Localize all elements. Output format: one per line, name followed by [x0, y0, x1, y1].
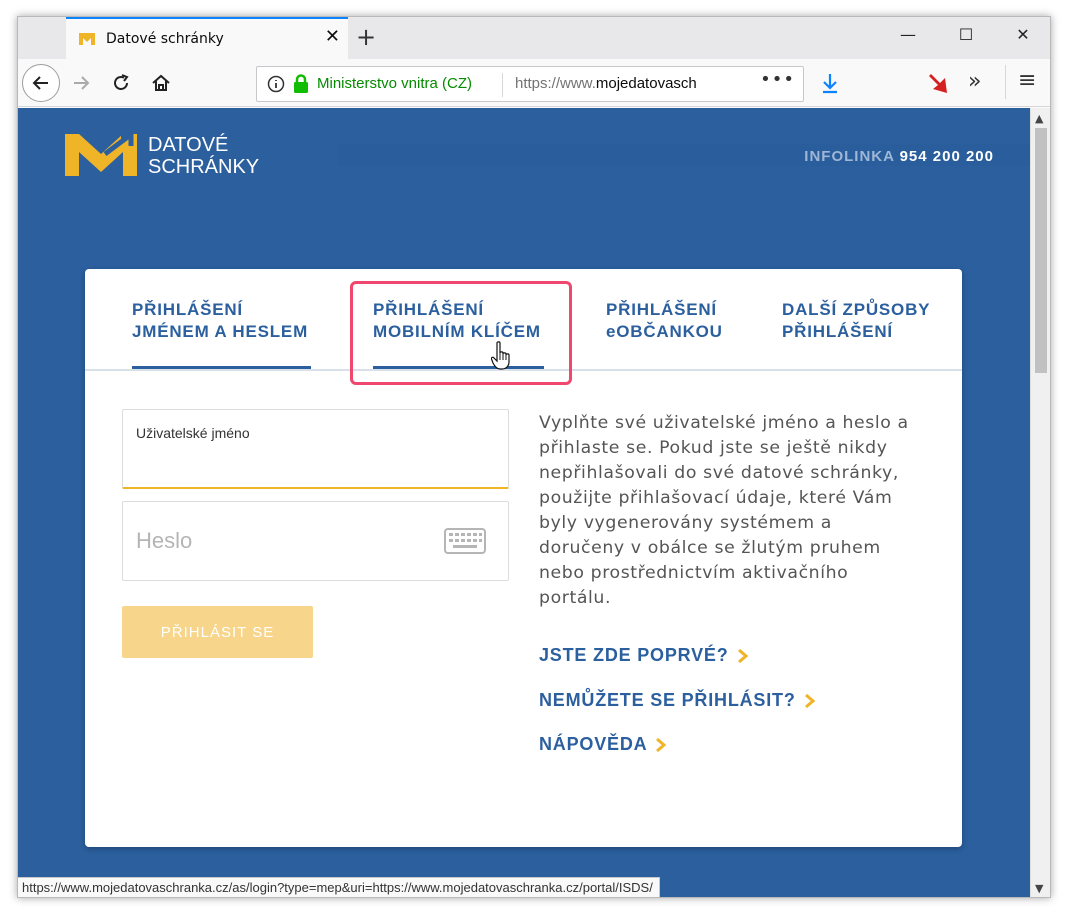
- browser-window: Datové schránky ✕ + — ☐ ✕ Ministerstvo v…: [17, 16, 1051, 898]
- tab-bar: Datové schránky ✕ + — ☐ ✕: [18, 17, 1050, 59]
- tab-label-line1: DALŠÍ ZPŮSOBY: [782, 300, 931, 319]
- info-icon[interactable]: [267, 75, 285, 93]
- overflow-menu-icon[interactable]: »: [968, 69, 981, 94]
- chevron-right-icon: [656, 737, 667, 752]
- password-placeholder: Heslo: [136, 528, 193, 553]
- datove-schranky-logo-icon[interactable]: [65, 134, 137, 180]
- infolinka-label: INFOLINKA: [804, 148, 895, 165]
- chevron-right-icon: [804, 693, 815, 708]
- url-text[interactable]: https://www.mojedatovasch: [515, 75, 729, 92]
- back-arrow-icon: [32, 76, 48, 90]
- back-button[interactable]: [22, 64, 60, 102]
- scroll-thumb[interactable]: [1035, 128, 1047, 373]
- navigation-bar: Ministerstvo vnitra (CZ) https://www.moj…: [18, 59, 1050, 107]
- toolbar-divider: [1005, 65, 1006, 99]
- username-label: Uživatelské jméno: [136, 425, 250, 441]
- hand-cursor-icon: [491, 341, 510, 370]
- tab-label-line2: eOBČANKOU: [606, 322, 723, 341]
- tab-eobcanka[interactable]: PŘIHLÁŠENÍ eOBČANKOU: [606, 299, 723, 343]
- active-tab-underline: [132, 366, 311, 369]
- tab-label-line2: PŘIHLÁŠENÍ: [782, 322, 893, 341]
- forward-button[interactable]: [64, 66, 98, 100]
- login-button[interactable]: PŘIHLÁSIT SE: [122, 606, 313, 658]
- tab-label-line1: PŘIHLÁŠENÍ: [606, 300, 717, 319]
- tab-other-methods[interactable]: DALŠÍ ZPŮSOBY PŘIHLÁŠENÍ: [782, 299, 930, 343]
- site-identity: Ministerstvo vnitra (CZ): [317, 75, 473, 92]
- url-separator: [502, 73, 503, 97]
- tab-label-line2: JMÉNEM A HESLEM: [132, 322, 309, 341]
- chevron-right-icon: [737, 648, 748, 663]
- scroll-down-icon[interactable]: ▼: [1035, 882, 1043, 895]
- status-bar: https://www.mojedatovaschranka.cz/as/log…: [18, 877, 660, 897]
- logo-text[interactable]: DATOVÉ SCHRÁNKY: [148, 134, 259, 178]
- username-field[interactable]: Uživatelské jméno: [122, 409, 509, 489]
- tab-title: Datové schránky: [106, 31, 224, 47]
- first-time-label: JSTE ZDE POPRVÉ?: [539, 645, 729, 665]
- scroll-up-icon[interactable]: ▲: [1035, 112, 1043, 125]
- help-label: NÁPOVĚDA: [539, 734, 648, 754]
- first-time-link[interactable]: JSTE ZDE POPRVÉ?: [539, 645, 749, 666]
- lock-icon[interactable]: [293, 74, 309, 94]
- vertical-scrollbar[interactable]: ▲ ▼: [1030, 108, 1050, 897]
- forward-arrow-icon: [74, 76, 90, 90]
- close-tab-icon[interactable]: ✕: [325, 28, 340, 46]
- extension-icon[interactable]: [928, 71, 950, 95]
- home-icon: [152, 74, 170, 91]
- home-button[interactable]: [144, 66, 178, 100]
- maximize-icon[interactable]: ☐: [956, 25, 976, 44]
- minimize-icon[interactable]: —: [898, 25, 918, 44]
- close-window-icon[interactable]: ✕: [1013, 25, 1033, 44]
- datove-schranky-favicon-icon: [79, 33, 95, 45]
- page-viewport: DATOVÉ SCHRÁNKY INFOLINKA 954 200 200 PŘ…: [18, 108, 1030, 897]
- cannot-login-label: NEMŮŽETE SE PŘIHLÁSIT?: [539, 690, 796, 710]
- password-field[interactable]: Heslo: [122, 501, 509, 581]
- tab-label-line1: PŘIHLÁŠENÍ: [132, 300, 243, 319]
- page-actions-icon[interactable]: •••: [760, 69, 795, 90]
- highlight-annotation: [350, 281, 572, 385]
- login-card: PŘIHLÁŠENÍ JMÉNEM A HESLEM PŘIHLÁŠENÍ MO…: [85, 269, 962, 847]
- tab-name-password[interactable]: PŘIHLÁŠENÍ JMÉNEM A HESLEM: [132, 299, 308, 343]
- help-link[interactable]: NÁPOVĚDA: [539, 734, 667, 755]
- reload-icon: [114, 74, 129, 90]
- cannot-login-link[interactable]: NEMŮŽETE SE PŘIHLÁSIT?: [539, 690, 816, 711]
- reload-button[interactable]: [104, 66, 138, 100]
- browser-tab[interactable]: Datové schránky ✕: [66, 17, 348, 59]
- infolinka: INFOLINKA 954 200 200: [804, 148, 994, 165]
- logo-line2: SCHRÁNKY: [148, 156, 260, 178]
- logo-line1: DATOVÉ: [148, 134, 229, 156]
- url-domain: mojedatovasch: [595, 75, 697, 92]
- url-bar[interactable]: Ministerstvo vnitra (CZ) https://www.moj…: [256, 66, 804, 102]
- download-icon[interactable]: [820, 72, 840, 94]
- hamburger-menu-icon[interactable]: ≡: [1018, 68, 1036, 93]
- url-prefix: https://www.: [515, 75, 596, 92]
- infolinka-number: 954 200 200: [899, 148, 994, 165]
- keyboard-icon[interactable]: [444, 528, 486, 554]
- login-description: Vyplňte své uživatelské jméno a heslo a …: [539, 413, 909, 608]
- new-tab-icon[interactable]: +: [356, 23, 376, 51]
